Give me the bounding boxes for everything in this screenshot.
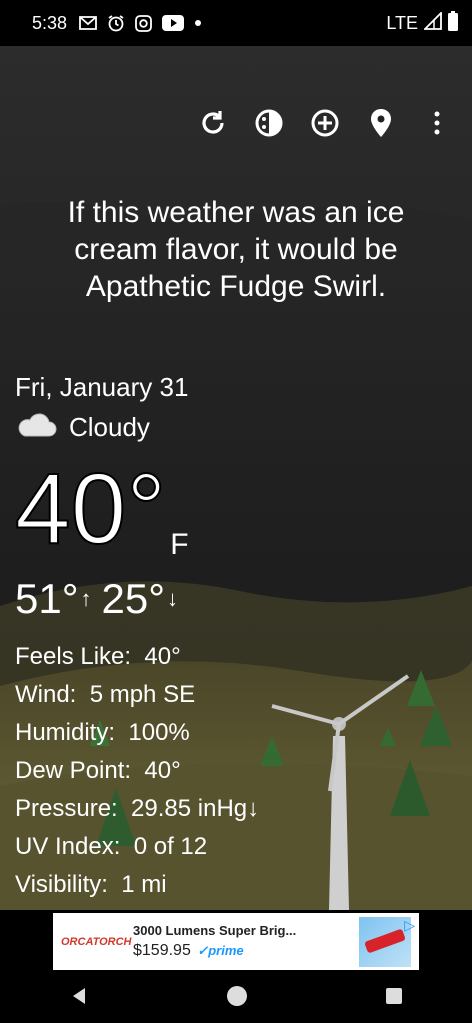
- navigation-bar: [0, 973, 472, 1023]
- weather-details: Feels Like: 40° Wind: 5 mph SE Humidity:…: [15, 638, 259, 904]
- ad-bar: ORCATORCH 3000 Lumens Super Brig... $159…: [0, 910, 472, 973]
- battery-icon: [448, 10, 458, 36]
- weather-quote: If this weather was an ice cream flavor,…: [67, 196, 405, 303]
- instagram-icon: [135, 14, 152, 32]
- signal-icon: [422, 10, 442, 35]
- detail-pressure: Pressure: 29.85 inHg↓: [15, 795, 260, 822]
- weather-condition: Cloudy: [15, 410, 150, 445]
- refresh-icon[interactable]: [196, 106, 230, 140]
- detail-humidity: Humidity: 100%: [15, 719, 190, 746]
- ad-price-row: $159.95 ✓prime: [133, 942, 359, 960]
- high-low: 51° ↑ 25° ↓: [15, 574, 188, 624]
- detail-feels-like: Feels Like: 40°: [15, 643, 181, 670]
- recents-icon[interactable]: [385, 987, 403, 1010]
- gmail-icon: [79, 16, 97, 30]
- location-pin-icon[interactable]: [364, 106, 398, 140]
- ad-price: $159.95: [133, 942, 191, 959]
- alarm-icon: [107, 14, 125, 32]
- detail-visibility: Visibility: 1 mi: [15, 871, 167, 898]
- ad-product-image: [359, 916, 411, 967]
- status-time: 5:38: [32, 12, 68, 33]
- ad-title: 3000 Lumens Super Brig...: [133, 923, 297, 938]
- more-options-icon[interactable]: [420, 106, 454, 140]
- ad-choices-icon[interactable]: ▷: [404, 917, 415, 934]
- ad-brand-logo: ORCATORCH: [61, 935, 132, 948]
- back-icon[interactable]: [69, 986, 89, 1011]
- high-temp: 51°: [15, 575, 79, 622]
- up-arrow-icon: ↑: [80, 586, 92, 611]
- network-label: LTE: [386, 12, 418, 33]
- condition-label: Cloudy: [69, 412, 150, 442]
- low-temp: 25°: [101, 575, 166, 622]
- detail-dew-point: Dew Point: 40°: [15, 757, 181, 784]
- down-arrow-icon: ↓: [167, 586, 179, 611]
- home-icon[interactable]: [226, 985, 248, 1012]
- cloud-icon: [15, 410, 57, 445]
- ad-banner[interactable]: ORCATORCH 3000 Lumens Super Brig... $159…: [53, 913, 419, 970]
- theme-icon[interactable]: [252, 106, 286, 140]
- detail-uv-index: UV Index: 0 of 12: [15, 833, 208, 860]
- detail-wind: Wind: 5 mph SE: [15, 681, 196, 708]
- status-bar: 5:38 LTE: [0, 0, 472, 46]
- weather-background-scene: If this weather was an ice cream flavor,…: [0, 46, 472, 910]
- ad-text: 3000 Lumens Super Brig... $159.95 ✓prime: [133, 923, 359, 960]
- current-temperature: 40° F: [14, 453, 189, 565]
- add-location-icon[interactable]: [308, 106, 342, 140]
- youtube-icon: [162, 15, 185, 31]
- dot-icon: [194, 19, 202, 27]
- temperature-value: 40°: [14, 453, 167, 565]
- prime-badge: ✓prime: [197, 943, 244, 958]
- toolbar: [196, 106, 454, 140]
- temperature-unit: F: [170, 528, 189, 561]
- weather-date: Fri, January 31: [15, 372, 189, 402]
